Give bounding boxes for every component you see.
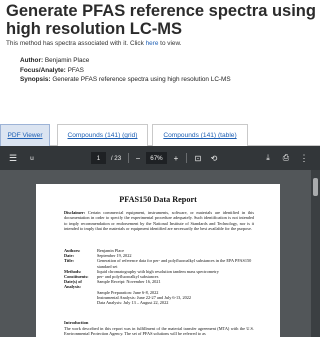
field-label <box>64 300 97 305</box>
field-label: Date(s) of Analysis: <box>64 279 82 290</box>
disclaimer-label: Disclaimer: <box>64 210 86 215</box>
report-fields: Authors: Benjamin Place Date: September 19… <box>64 248 264 305</box>
introduction-text: The work described in this report was in… <box>64 326 254 337</box>
print-icon[interactable]: ⎙ <box>280 146 292 170</box>
tab-bar: PDF Viewer Compounds (141) (grid) Compou… <box>0 124 320 146</box>
focus-value: PFAS <box>67 66 84 74</box>
document-title: PFAS150 Data Report <box>119 195 197 204</box>
focus-label: Focus/Analyte: <box>20 66 66 74</box>
fit-page-icon[interactable]: ⊡ <box>192 146 204 170</box>
toolbar-divider <box>128 153 129 163</box>
rotate-icon[interactable]: ⟲ <box>208 146 220 170</box>
more-options-icon[interactable]: ⋮ <box>298 146 310 170</box>
pdf-viewer: ☰ u 1 / 23 − 67% + ⊡ ⟲ ⤓ ⎙ ⋮ PFAS150 Dat… <box>0 146 320 337</box>
focus-row: Focus/Analyte: PFAS <box>20 66 231 76</box>
document-name: u <box>30 154 34 162</box>
page-title: Generate PFAS reference spectra using hi… <box>6 2 316 38</box>
tab-compounds-grid[interactable]: Compounds (141) (grid) <box>57 124 148 146</box>
current-page-input[interactable]: 1 <box>91 152 106 164</box>
download-icon[interactable]: ⤓ <box>262 146 274 170</box>
spectra-note-text: This method has spectra associated with … <box>6 40 146 47</box>
pdf-toolbar: ☰ u 1 / 23 − 67% + ⊡ ⟲ ⤓ ⎙ ⋮ <box>0 146 320 170</box>
field-value: Generation of reference data for per- an… <box>97 258 252 269</box>
field-row: Date(s) of Analysis: Sample Receipt: Nove… <box>64 279 264 289</box>
page-total: / 23 <box>110 154 122 162</box>
field-value: Data Analysis: July 13 – August 22, 2022 <box>97 300 169 306</box>
field-row: Data Analysis: July 13 – August 22, 2022 <box>64 300 264 305</box>
author-label: Author: <box>20 57 44 64</box>
pdf-page: PFAS150 Data Report Disclaimer: Certain … <box>36 184 280 337</box>
zoom-out-button[interactable]: − <box>132 146 144 170</box>
disclaimer-text: Certain commercial equipment, instrument… <box>64 210 254 231</box>
spectra-note-suffix: to view. <box>158 40 182 47</box>
field-label: Title: <box>64 258 74 264</box>
zoom-input[interactable]: 67% <box>146 152 167 164</box>
viewer-scrollbar[interactable] <box>311 170 320 337</box>
introduction-heading: Introduction <box>64 320 89 325</box>
synopsis-value: Generate PFAS reference spectra using hi… <box>52 76 231 83</box>
toolbar-divider <box>186 153 187 163</box>
tab-pdf-viewer[interactable]: PDF Viewer <box>0 124 50 146</box>
method-metadata: Author: Benjamin Place Focus/Analyte: PF… <box>20 56 231 85</box>
field-value: Sample Receipt: November 16, 2021 <box>97 279 161 285</box>
field-row: Title: Generation of reference data for p… <box>64 258 264 268</box>
spectra-link[interactable]: here <box>146 40 159 47</box>
spectra-note: This method has spectra associated with … <box>6 40 181 47</box>
synopsis-label: Synopsis: <box>20 76 51 83</box>
synopsis-row: Synopsis: Generate PFAS reference spectr… <box>20 75 231 85</box>
scrollbar-thumb[interactable] <box>313 178 318 196</box>
tab-compounds-table[interactable]: Compounds (141) (table) <box>152 124 248 146</box>
author-value: Benjamin Place <box>44 57 90 64</box>
menu-icon[interactable]: ☰ <box>6 146 20 170</box>
disclaimer: Disclaimer: Certain commercial equipment… <box>64 210 254 231</box>
zoom-in-button[interactable]: + <box>170 146 182 170</box>
author-row: Author: Benjamin Place <box>20 56 231 66</box>
